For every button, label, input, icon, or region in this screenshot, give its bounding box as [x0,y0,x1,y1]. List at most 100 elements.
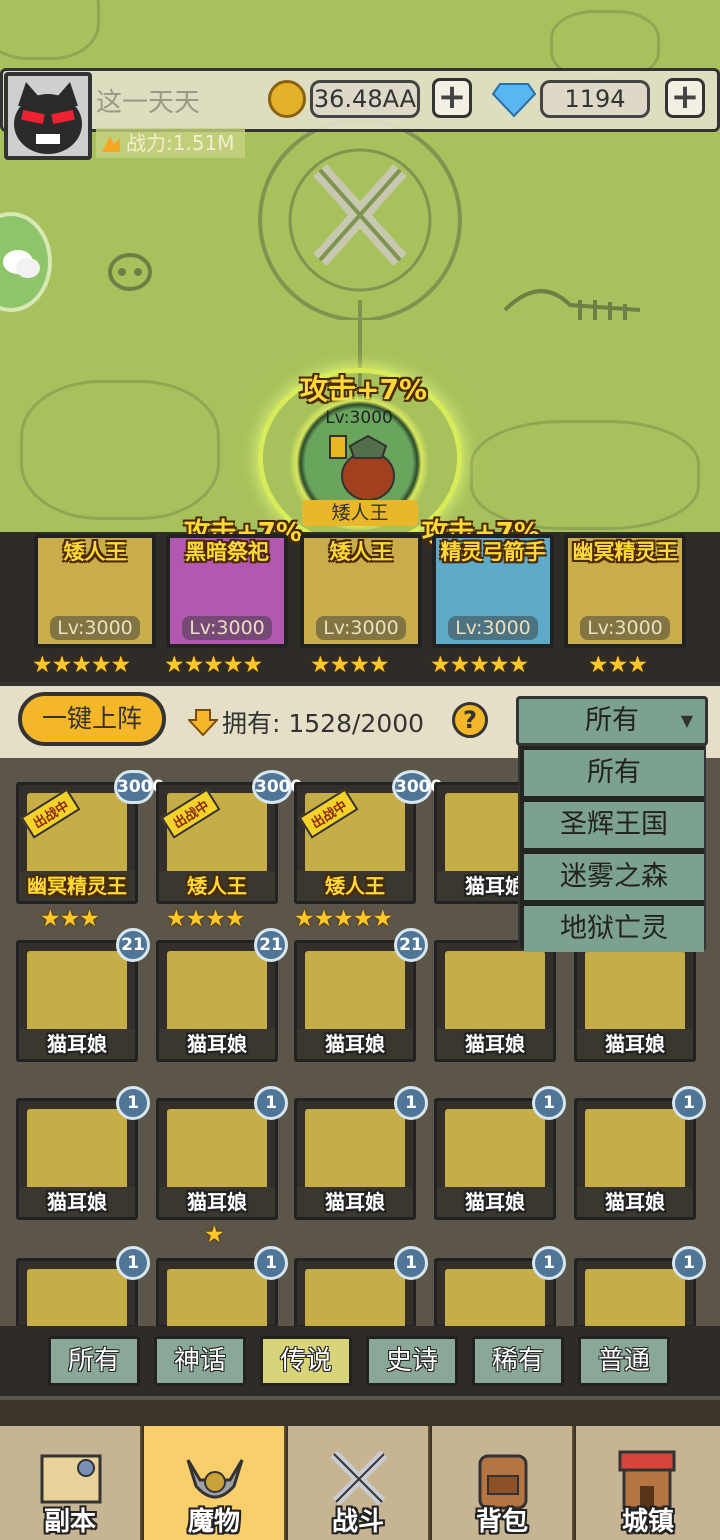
card-name: 猫耳娘 [577,1187,693,1217]
card-name: 矮人王 [297,871,413,901]
card-count-badge: 1 [672,1246,706,1280]
card-stars: ★ [204,1222,225,1248]
center-hero-level: Lv:3000 [325,408,393,428]
gold-coin-icon [268,80,306,118]
slot-level: Lv:3000 [316,616,406,640]
card-portrait [27,1109,127,1193]
card-count-badge: 1 [394,1246,428,1280]
card-portrait [167,951,267,1035]
diamond-icon [492,83,536,118]
slot-5-stars: ★★★ [588,652,648,678]
nav-monsters[interactable]: 魔物 [144,1426,286,1540]
formation-slot-3[interactable]: 矮人王 Lv:3000 [300,534,422,648]
formation-slot-5[interactable]: 幽冥精灵王 Lv:3000 [564,534,686,648]
monster-card[interactable]: 猫耳娘 [16,940,138,1062]
slot-level: Lv:3000 [448,616,538,640]
nav-backpack[interactable]: 背包 [432,1426,574,1540]
monster-card[interactable]: 猫耳娘 [16,1098,138,1220]
cat-avatar-icon [14,82,82,154]
card-level-badge: 3000 [252,770,302,804]
filter-option-hell-undead[interactable]: 地狱亡灵 [524,906,704,952]
center-hero-name: 矮人王 [302,500,418,526]
slot-name: 矮人王 [329,540,393,564]
card-portrait [445,951,545,1035]
tab-all[interactable]: 所有 [48,1336,140,1386]
formation-slot-2[interactable]: 黑暗祭祀 Lv:3000 [166,534,288,648]
card-count-badge: 1 [672,1086,706,1120]
slot-name: 幽冥精灵王 [572,540,678,564]
faction-filter-menu: 所有 圣辉王国 迷雾之森 地狱亡灵 [518,744,706,952]
card-name: 猫耳娘 [437,1187,553,1217]
faction-filter-select[interactable]: 所有 ▼ [516,696,708,746]
card-count-badge: 1 [116,1086,150,1120]
card-name: 猫耳娘 [297,1187,413,1217]
tab-common[interactable]: 普通 [578,1336,670,1386]
gem-amount: 1194 [540,80,650,118]
monster-card[interactable]: 猫耳娘 [574,940,696,1062]
card-portrait [445,1109,545,1193]
card-name: 猫耳娘 [297,1029,413,1059]
card-count-badge: 21 [254,928,288,962]
help-button[interactable]: ? [452,702,488,738]
slot-3-stars: ★★★★ [310,652,389,678]
tab-epic[interactable]: 史诗 [366,1336,458,1386]
card-count-badge: 1 [532,1086,566,1120]
skull-icon [108,253,152,291]
card-portrait [167,1109,267,1193]
slot-level: Lv:3000 [50,616,140,640]
dwarf-king-icon [329,434,395,501]
card-count-badge: 21 [116,928,150,962]
owned-count: 拥有: 1528/2000 [222,709,425,738]
wechat-icon [3,250,40,278]
card-stars: ★★★★ [166,906,245,932]
monster-card[interactable]: 出战中 矮人王 [294,782,416,904]
player-name: 这一天天 [96,88,201,118]
dragon-skeleton-icon [503,289,641,320]
power-icon [102,136,120,152]
filter-option-mist-forest[interactable]: 迷雾之森 [524,854,704,900]
formation-slot-4[interactable]: 精灵弓箭手 Lv:3000 [432,534,554,648]
filter-option-holy-kingdom[interactable]: 圣辉王国 [524,802,704,848]
card-name: 猫耳娘 [19,1029,135,1059]
monster-card[interactable]: 猫耳娘 [294,1098,416,1220]
card-name: 猫耳娘 [159,1187,275,1217]
card-portrait [585,951,685,1035]
nav-battle[interactable]: 战斗 [288,1426,430,1540]
formation-slot-1[interactable]: 矮人王 Lv:3000 [34,534,156,648]
add-gold-button[interactable]: + [432,78,472,118]
card-level-badge: 3000 [114,770,164,804]
nav-label: 副本 [43,1507,96,1537]
slot-4-stars: ★★★★★ [430,652,529,678]
nav-label: 战斗 [331,1507,384,1537]
card-portrait [585,1109,685,1193]
card-portrait [27,951,127,1035]
monster-card[interactable]: 猫耳娘 [434,940,556,1062]
card-level-badge: 3000 [392,770,442,804]
card-name: 猫耳娘 [159,1029,275,1059]
card-count-badge: 21 [394,928,428,962]
card-name: 猫耳娘 [577,1029,693,1059]
chevron-down-icon: ▼ [680,711,693,730]
card-name: 幽冥精灵王 [19,871,135,901]
nav-dungeon[interactable]: 副本 [0,1426,142,1540]
card-portrait [305,951,405,1035]
filter-option-all[interactable]: 所有 [524,750,704,796]
card-stars: ★★★★★ [294,906,393,932]
tab-mythic[interactable]: 神话 [154,1336,246,1386]
nav-town[interactable]: 城镇 [576,1426,720,1540]
nav-label: 魔物 [187,1507,240,1537]
combat-power-text: 战力:1.51M [126,131,235,155]
down-arrow-icon [188,709,218,736]
one-click-deploy-button[interactable]: 一键上阵 [18,692,166,746]
slot-name: 矮人王 [63,540,127,564]
slot-name: 精灵弓箭手 [440,540,546,564]
nav-label: 背包 [475,1507,528,1537]
card-stars: ★★★ [40,906,100,932]
add-gems-button[interactable]: + [665,78,705,118]
monster-card[interactable]: 猫耳娘 [294,940,416,1062]
gold-amount: 36.48AA [310,80,420,118]
tab-rare[interactable]: 稀有 [472,1336,564,1386]
slot-name: 黑暗祭祀 [185,540,269,564]
player-avatar[interactable] [4,72,92,160]
tab-legendary[interactable]: 传说 [260,1336,352,1386]
